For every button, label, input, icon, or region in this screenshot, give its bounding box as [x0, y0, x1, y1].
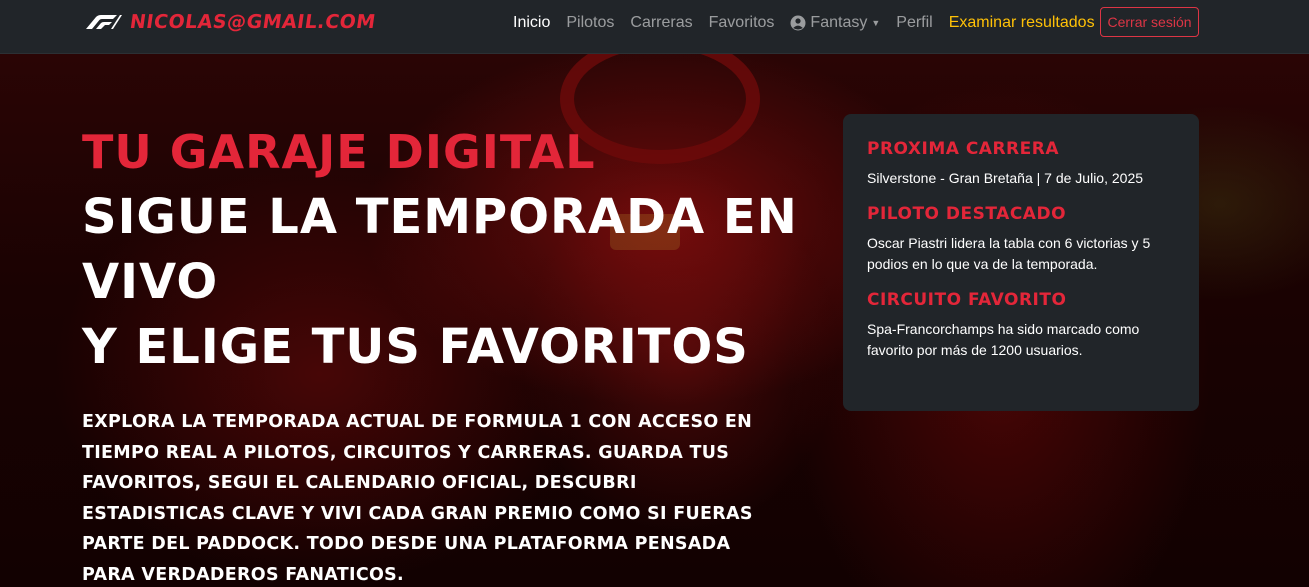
f1-logo-icon [86, 15, 122, 29]
next-race-text: Silverstone - Gran Bretaña | 7 de Julio,… [867, 170, 1144, 186]
navbar: nicolas@gmail.com Inicio Pilotos Carrera… [0, 0, 1309, 54]
nav-link-inicio[interactable]: Inicio [513, 14, 550, 32]
nav-link-examinar-resultados[interactable]: Examinar resultados [949, 14, 1095, 32]
nav-dropdown-fantasy[interactable]: Fantasy ▼ [790, 14, 880, 32]
next-race-heading: Proxima carrera [867, 139, 1059, 159]
hero-title-line-3: vivo [82, 254, 219, 310]
hero-description: Explora la temporada actual de Formula 1… [82, 412, 753, 585]
caret-down-icon: ▼ [871, 18, 881, 28]
hero-title-line-2: Sigue la temporada en [82, 189, 798, 245]
nav-link-favoritos[interactable]: Favoritos [709, 14, 775, 32]
favorite-circuit-text: Spa-Francorchamps ha sido marcado como f… [867, 321, 1140, 358]
hero-section: Tu garaje digital Sigue la temporada en … [0, 54, 1309, 587]
brand[interactable]: nicolas@gmail.com [84, 11, 378, 33]
user-circle-icon [790, 15, 806, 31]
favorite-circuit-heading: Circuito favorito [867, 290, 1067, 310]
fantasy-label: Fantasy [810, 14, 868, 31]
nav-link-pilotos[interactable]: Pilotos [566, 14, 614, 32]
featured-driver-text: Oscar Piastri lidera la tabla con 6 vict… [867, 235, 1151, 272]
hero-title-accent: Tu garaje digital [82, 125, 596, 179]
logout-button[interactable]: Cerrar sesión [1100, 7, 1199, 37]
nav-link-perfil[interactable]: Perfil [896, 14, 932, 32]
hero-title-line-4: y elige tus favoritos [82, 319, 749, 375]
nav-links: Inicio Pilotos Carreras Favoritos Fantas… [513, 0, 1111, 46]
brand-email: nicolas@gmail.com [128, 11, 378, 33]
featured-driver-heading: Piloto destacado [867, 204, 1067, 224]
hero-title: Tu garaje digital Sigue la temporada en … [82, 120, 798, 380]
nav-link-carreras[interactable]: Carreras [630, 14, 692, 32]
info-card: Proxima carrera Silverstone - Gran Breta… [843, 114, 1199, 411]
